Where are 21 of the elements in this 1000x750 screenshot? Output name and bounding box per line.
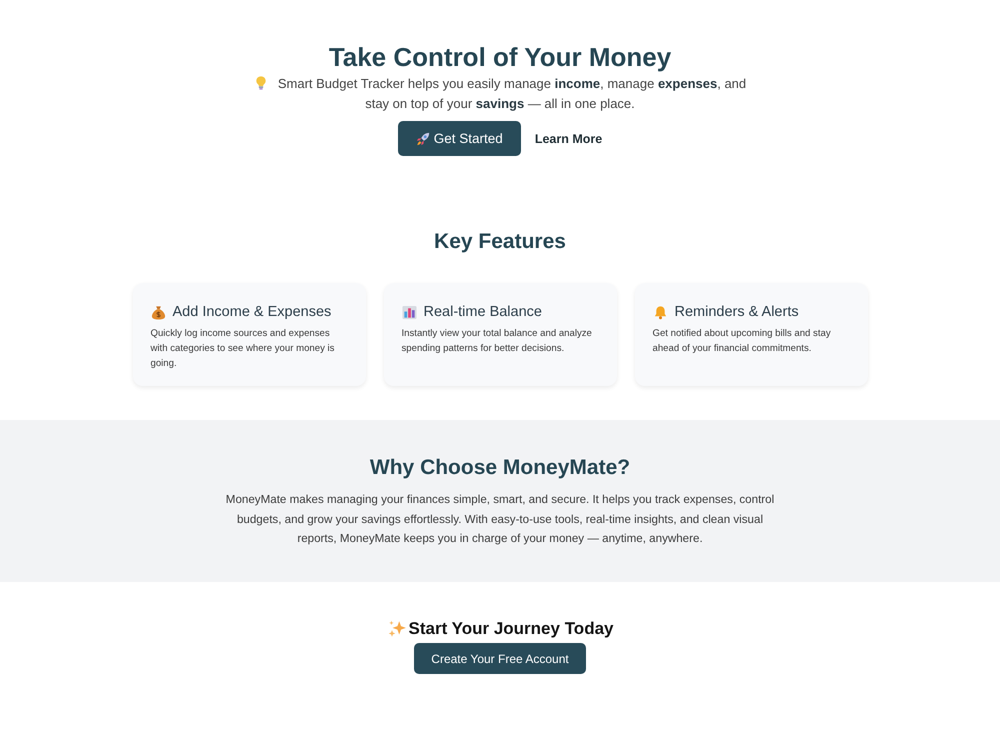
- rocket-icon: [416, 132, 430, 146]
- bell-icon: [652, 304, 668, 320]
- create-account-button[interactable]: Create Your Free Account: [414, 643, 586, 674]
- sparkles-icon: [386, 619, 406, 639]
- hero-title: Take Control of Your Money: [328, 41, 672, 74]
- section-title: Why Choose MoneyMate?: [370, 455, 630, 481]
- section-title: Key Features: [434, 229, 566, 255]
- get-started-button[interactable]: Get Started: [398, 121, 521, 156]
- feature-title: Add Income & Expenses: [172, 303, 332, 321]
- feature-title: Real-time Balance: [424, 303, 542, 321]
- money-bag-icon: [150, 304, 166, 320]
- info-paragraph: MoneyMate makes managing your finances simple, smart, and secure. It helps you track expenses, control budgets, and grow your savings effortlessly. With easy-to-use tools, real-time insights, and clean visual reports, MoneyMate keeps you in charge of your money — anytime, anywhere.: [224, 492, 776, 547]
- light-bulb-icon: [254, 76, 268, 90]
- feature-title: Reminders & Alerts: [674, 303, 799, 321]
- feature-description: Instantly view your total balance and analyze spending patterns for better decisions.: [402, 327, 593, 356]
- cta-title: Start Your Journey Today: [408, 618, 614, 640]
- hero-subtitle: Smart Budget Tracker helps you easily manage income, manage expenses, and stay on top of your savings — all in one place.: [278, 76, 746, 111]
- feature-description: Get notified about upcoming bills and stay ahead of your financial commitments.: [652, 327, 832, 356]
- learn-more-link[interactable]: Learn More: [534, 128, 602, 150]
- bar-chart-icon: [402, 304, 416, 320]
- feature-description: Quickly log income sources and expenses with categories to see where your money is going.: [150, 327, 336, 371]
